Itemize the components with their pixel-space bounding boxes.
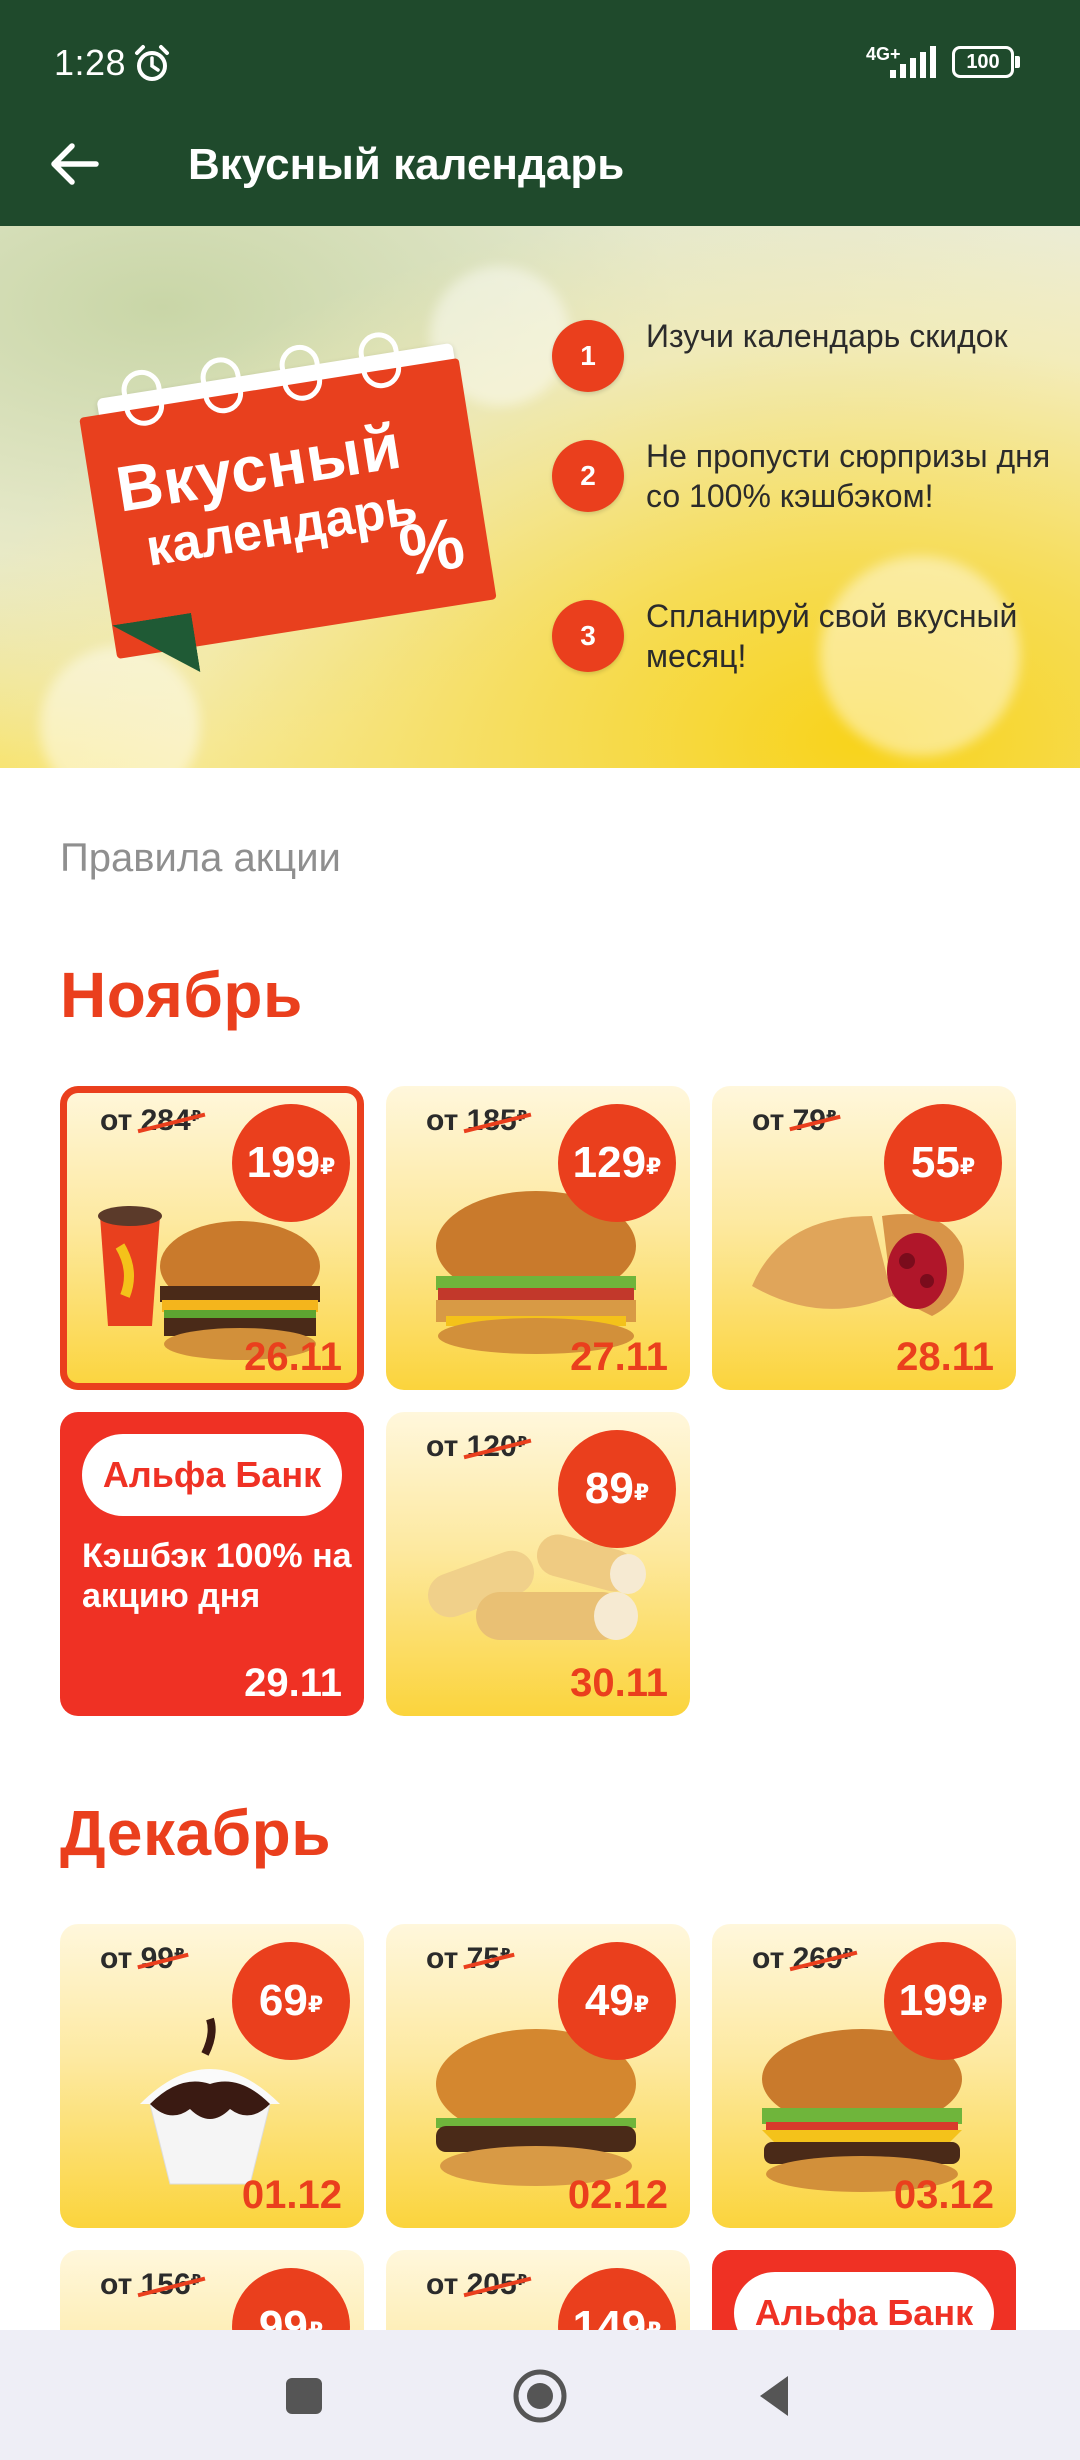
- deal-tile[interactable]: от 120₽ 89₽ 30.11: [386, 1412, 690, 1716]
- from-prefix: от: [752, 1942, 793, 1975]
- old-price-value: 185₽: [466, 1104, 528, 1137]
- tile-date: 30.11: [570, 1661, 668, 1705]
- currency-sign: ₽: [307, 1992, 324, 2018]
- new-price-badge: 199₽: [884, 1942, 1002, 2060]
- banner-step: 1 Изучи календарь скидок: [552, 316, 1072, 416]
- currency-sign: ₽: [516, 1434, 528, 1451]
- old-price-value: 269₽: [792, 1942, 854, 1975]
- calendar-percent: %: [393, 502, 470, 592]
- currency-sign: ₽: [972, 1992, 988, 2018]
- currency-sign: ₽: [190, 2272, 202, 2289]
- new-price-badge: 69₽: [232, 1942, 350, 2060]
- from-prefix: от: [426, 1942, 467, 1975]
- currency-sign: ₽: [173, 1946, 185, 1963]
- step-number: 1: [552, 320, 624, 392]
- new-price-badge: 199₽: [232, 1104, 350, 1222]
- battery-level: 100: [952, 46, 1014, 78]
- new-price-badge: 129₽: [558, 1104, 676, 1222]
- currency-sign: ₽: [190, 1108, 202, 1125]
- old-price-value: 99₽: [140, 1942, 185, 1975]
- step-text: Не пропусти сюрпризы дня со 100% кэшбэко…: [646, 438, 1051, 514]
- from-prefix: от: [752, 1104, 793, 1137]
- deal-tile[interactable]: от 99₽ 69₽ 01.12: [60, 1924, 364, 2228]
- tile-date: 02.12: [567, 2173, 668, 2217]
- old-price-value: 205₽: [466, 2268, 528, 2301]
- old-price: от 284₽: [100, 1104, 201, 1138]
- old-price: от 75₽: [426, 1942, 510, 1976]
- deal-tile[interactable]: от 75₽ 49₽ 02.12: [386, 1924, 690, 2228]
- tile-date: 29.11: [244, 1661, 342, 1705]
- old-price: от 269₽: [752, 1942, 853, 1976]
- currency-sign: ₽: [825, 1108, 837, 1125]
- tile-date: 26.11: [244, 1335, 342, 1379]
- deal-tile[interactable]: от 79₽ 55₽ 28.11: [712, 1086, 1016, 1390]
- step-number: 3: [552, 600, 624, 672]
- old-price-value: 75₽: [466, 1942, 511, 1975]
- currency-sign: ₽: [633, 1992, 650, 2018]
- status-bar: 1:28 4G+ 100: [0, 0, 1080, 128]
- tile-date: 28.11: [896, 1335, 994, 1379]
- step-text: Изучи календарь скидок: [646, 318, 1008, 354]
- bank-logo: Альфа Банк: [82, 1434, 342, 1516]
- step-number: 2: [552, 440, 624, 512]
- new-price-badge: 49₽: [558, 1942, 676, 2060]
- currency-sign: ₽: [516, 1108, 528, 1125]
- currency-sign: ₽: [516, 2272, 528, 2289]
- from-prefix: от: [426, 2268, 467, 2301]
- currency-sign: ₽: [499, 1946, 511, 1963]
- banner-step: 3 Спланируй свой вкусный месяц!: [552, 596, 1072, 696]
- deal-tile[interactable]: от 269₽ 199₽ 03.12: [712, 1924, 1016, 2228]
- old-price: от 185₽: [426, 1104, 527, 1138]
- back-triangle-icon[interactable]: [748, 2368, 804, 2424]
- currency-sign: ₽: [320, 1154, 336, 1180]
- page-title: Вкусный календарь: [188, 140, 625, 189]
- currency-sign: ₽: [646, 1154, 662, 1180]
- tile-date: 01.12: [241, 2173, 342, 2217]
- status-time: 1:28: [54, 42, 127, 83]
- calendar-illustration: Вкусный календарь %: [59, 315, 521, 677]
- from-prefix: от: [100, 1942, 141, 1975]
- month-heading-december: Декабрь: [60, 1797, 332, 1869]
- month-heading-november: Ноябрь: [60, 959, 303, 1031]
- bank-cashback-tile[interactable]: Альфа Банк Кэшбэк 100% на акцию дня 29.11: [60, 1412, 364, 1716]
- top-bar: 1:28 4G+ 100: [0, 0, 1080, 226]
- back-arrow-icon[interactable]: [44, 134, 104, 194]
- deal-tile[interactable]: от 284₽ 199₽ 26.11: [60, 1086, 364, 1390]
- new-price-badge: 89₽: [558, 1430, 676, 1548]
- promo-banner: Вкусный календарь % 1 Изучи календарь ск…: [0, 226, 1080, 768]
- battery-icon: 100: [952, 46, 1022, 80]
- currency-sign: ₽: [633, 1480, 650, 1506]
- currency-sign: ₽: [842, 1946, 854, 1963]
- old-price: от 99₽: [100, 1942, 184, 1976]
- old-price-value: 156₽: [140, 2268, 202, 2301]
- alarm-clock-icon: [135, 45, 169, 81]
- battery-nub: [1015, 56, 1020, 68]
- new-price-badge: 55₽: [884, 1104, 1002, 1222]
- old-price: от 120₽: [426, 1430, 527, 1464]
- deal-tile[interactable]: от 185₽ 129₽ 27.11: [386, 1086, 690, 1390]
- old-price: от 205₽: [426, 2268, 527, 2302]
- from-prefix: от: [426, 1104, 467, 1137]
- system-nav-bar: [0, 2330, 1080, 2460]
- from-prefix: от: [426, 1430, 467, 1463]
- from-prefix: от: [100, 1104, 141, 1137]
- step-text: Спланируй свой вкусный месяц!: [646, 598, 1018, 674]
- old-price-value: 79₽: [792, 1104, 837, 1137]
- cashback-text: Кэшбэк 100% на акцию дня: [82, 1537, 352, 1615]
- old-price: от 79₽: [752, 1104, 836, 1138]
- banner-step: 2 Не пропусти сюрпризы дня со 100% кэшбэ…: [552, 436, 1072, 556]
- currency-sign: ₽: [959, 1154, 976, 1180]
- old-price: от 156₽: [100, 2268, 201, 2302]
- tile-date: 03.12: [893, 2173, 994, 2217]
- rules-link[interactable]: Правила акции: [60, 836, 341, 881]
- home-circle-icon[interactable]: [512, 2368, 568, 2424]
- signal-strength-icon: [890, 46, 936, 78]
- recents-square-icon[interactable]: [276, 2368, 332, 2424]
- old-price-value: 284₽: [140, 1104, 202, 1137]
- tile-date: 27.11: [570, 1335, 668, 1379]
- from-prefix: от: [100, 2268, 141, 2301]
- old-price-value: 120₽: [466, 1430, 528, 1463]
